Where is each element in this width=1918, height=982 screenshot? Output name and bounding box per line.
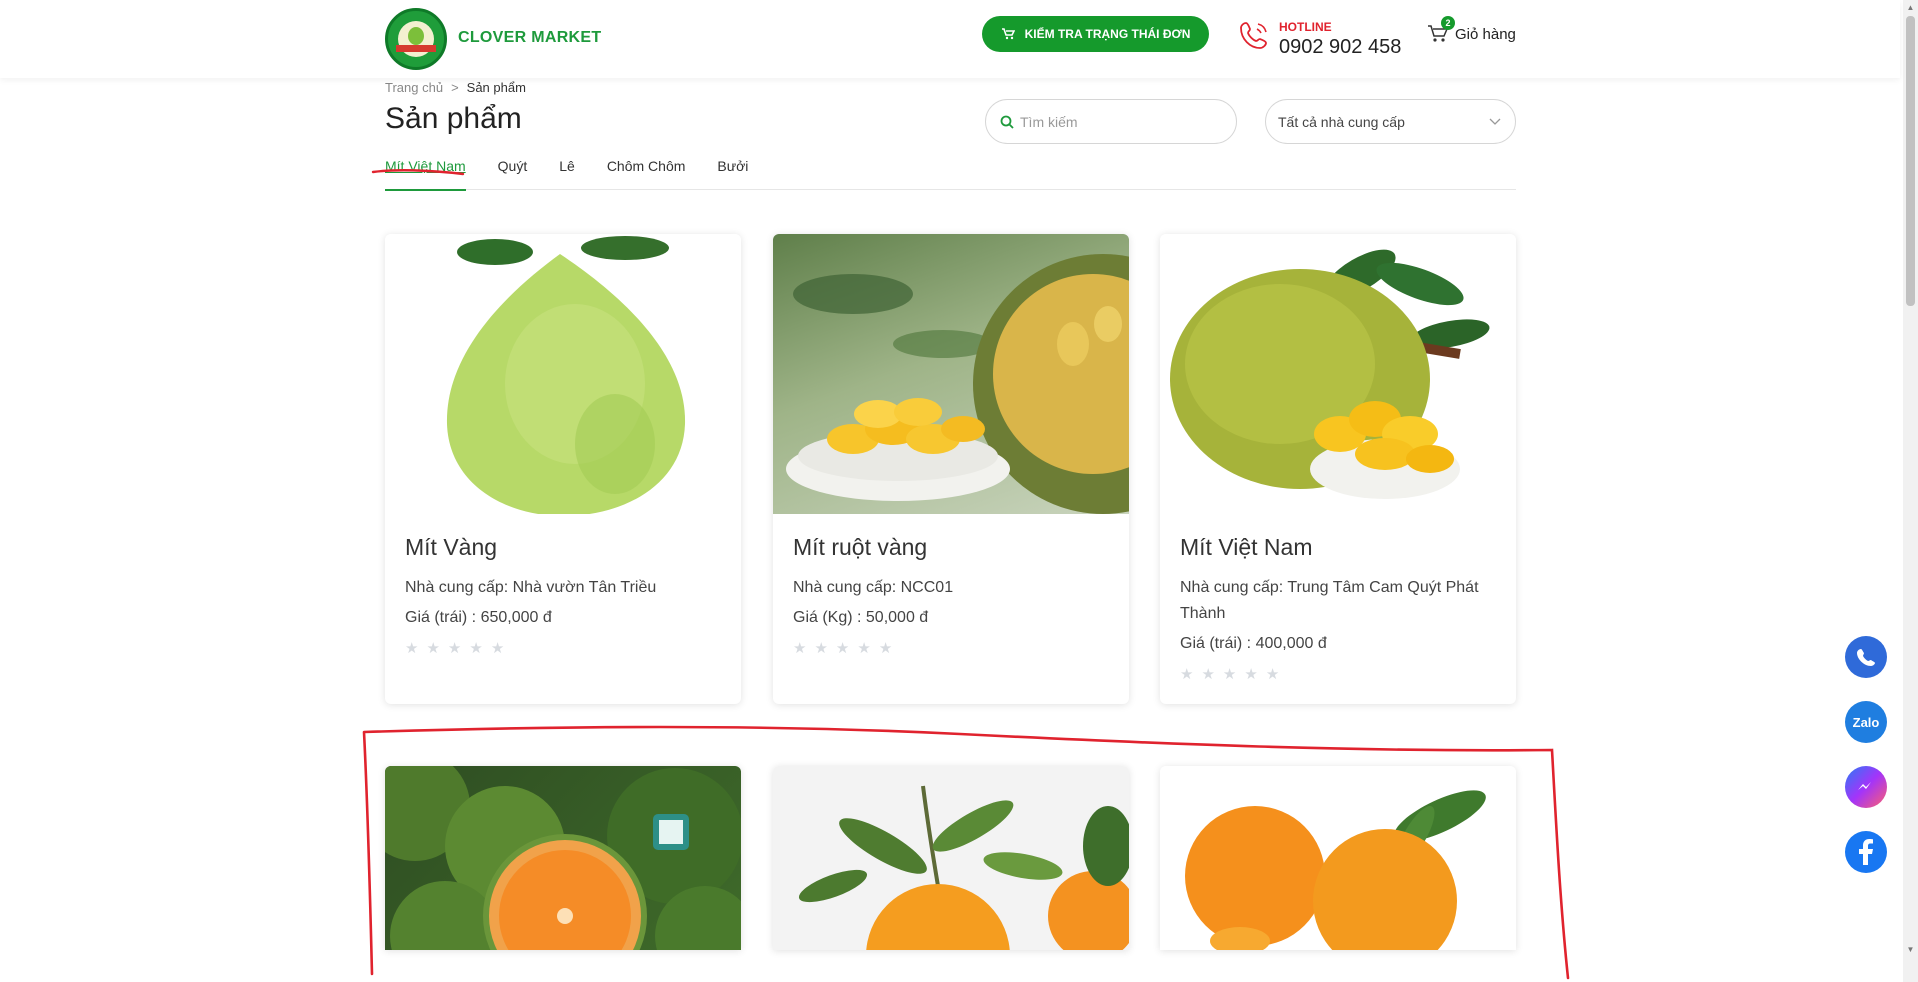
search-box[interactable] — [985, 99, 1237, 144]
product-name[interactable]: Mít ruột vàng — [793, 534, 1109, 561]
scroll-down-arrow-icon[interactable]: ▼ — [1906, 945, 1915, 954]
call-floating-button[interactable] — [1845, 636, 1887, 678]
product-price: Giá (trái) : 650,000 đ — [405, 609, 552, 626]
hotline-label: HOTLINE — [1279, 20, 1332, 34]
star-icon[interactable]: ★ — [1244, 665, 1257, 683]
page-scrollbar[interactable]: ▲ ▼ — [1903, 0, 1918, 982]
tab-buoi[interactable]: Bưởi — [717, 152, 748, 190]
star-icon[interactable]: ★ — [879, 639, 892, 657]
product-name[interactable]: Mít Vàng — [405, 534, 721, 561]
zalo-floating-button[interactable]: Zalo — [1845, 701, 1887, 743]
hotline-phone-icon — [1240, 22, 1267, 49]
check-order-status-label: KIỂM TRA TRẠNG THÁI ĐƠN — [1024, 27, 1191, 41]
messenger-icon — [1858, 782, 1871, 790]
search-icon — [1000, 115, 1014, 129]
tab-quyt[interactable]: Quýt — [498, 152, 528, 190]
product-card[interactable]: Mít Việt Nam Nhà cung cấp: Trung Tâm Cam… — [1160, 234, 1516, 704]
star-icon[interactable]: ★ — [405, 639, 418, 657]
breadcrumb-current: Sản phẩm — [466, 80, 526, 95]
star-icon[interactable]: ★ — [1223, 665, 1236, 683]
cart-link[interactable]: 2 Giỏ hàng — [1427, 16, 1516, 44]
star-icon[interactable]: ★ — [857, 639, 870, 657]
product-name[interactable]: Mít Việt Nam — [1180, 534, 1496, 561]
site-header: CLOVER MARKET KIỂM TRA TRẠNG THÁI ĐƠN HO… — [0, 0, 1900, 78]
facebook-floating-button[interactable] — [1845, 831, 1887, 873]
star-icon[interactable]: ★ — [1266, 665, 1279, 683]
rating-stars[interactable]: ★ ★ ★ ★ ★ — [1180, 665, 1496, 683]
category-tabs: Mít Việt Nam Quýt Lê Chôm Chôm Bưởi — [385, 152, 1516, 191]
product-price: Giá (Kg) : 50,000 đ — [793, 609, 929, 626]
product-image[interactable] — [1160, 766, 1516, 950]
star-icon[interactable]: ★ — [793, 639, 806, 657]
hotline-number[interactable]: 0902 902 458 — [1279, 36, 1401, 59]
product-image[interactable] — [773, 766, 1129, 950]
cart-count-badge: 2 — [1441, 16, 1455, 30]
scrollbar-thumb[interactable] — [1906, 16, 1915, 306]
star-icon[interactable]: ★ — [448, 639, 461, 657]
clover-market-logo[interactable] — [385, 8, 447, 70]
product-image[interactable] — [385, 766, 741, 950]
phone-icon — [1857, 649, 1875, 666]
product-supplier: Nhà cung cấp: Trung Tâm Cam Quýt Phát Th… — [1180, 579, 1479, 622]
breadcrumb-home[interactable]: Trang chủ — [385, 80, 443, 95]
product-card[interactable] — [385, 766, 741, 950]
product-card[interactable]: Mít ruột vàng Nhà cung cấp: NCC01 Giá (K… — [773, 234, 1129, 704]
cart-icon: 2 — [1427, 16, 1455, 44]
product-card[interactable] — [1160, 766, 1516, 950]
annotation-red-underline — [371, 169, 465, 176]
supplier-filter-value: Tất cả nhà cung cấp — [1278, 113, 1405, 130]
star-icon[interactable]: ★ — [1180, 665, 1193, 683]
supplier-filter-select[interactable]: Tất cả nhà cung cấp — [1265, 99, 1516, 144]
search-input[interactable] — [1020, 113, 1210, 130]
zalo-label: Zalo — [1852, 714, 1880, 730]
cart-label: Giỏ hàng — [1455, 25, 1516, 43]
cart-arrow-icon — [1001, 28, 1015, 40]
messenger-floating-button[interactable] — [1845, 766, 1887, 808]
star-icon[interactable]: ★ — [1201, 665, 1214, 683]
product-supplier: Nhà cung cấp: NCC01 — [793, 579, 954, 596]
scroll-up-arrow-icon[interactable]: ▲ — [1906, 3, 1915, 12]
star-icon[interactable]: ★ — [814, 639, 827, 657]
page-title: Sản phẩm — [385, 102, 522, 135]
breadcrumb: Trang chủ > Sản phẩm — [385, 80, 526, 95]
breadcrumb-separator: > — [451, 80, 459, 95]
product-card[interactable]: Mít Vàng Nhà cung cấp: Nhà vườn Tân Triề… — [385, 234, 741, 704]
rating-stars[interactable]: ★ ★ ★ ★ ★ — [793, 639, 1109, 657]
product-card[interactable] — [773, 766, 1129, 950]
star-icon[interactable]: ★ — [491, 639, 504, 657]
rating-stars[interactable]: ★ ★ ★ ★ ★ — [405, 639, 721, 657]
tab-le[interactable]: Lê — [559, 152, 575, 190]
brand-name[interactable]: CLOVER MARKET — [458, 29, 601, 47]
tab-chom-chom[interactable]: Chôm Chôm — [607, 152, 686, 190]
product-image[interactable] — [773, 234, 1129, 514]
star-icon[interactable]: ★ — [469, 639, 482, 657]
check-order-status-button[interactable]: KIỂM TRA TRẠNG THÁI ĐƠN — [982, 16, 1209, 52]
star-icon[interactable]: ★ — [836, 639, 849, 657]
product-image[interactable] — [1160, 234, 1516, 514]
star-icon[interactable]: ★ — [426, 639, 439, 657]
product-price: Giá (trái) : 400,000 đ — [1180, 635, 1327, 652]
product-supplier: Nhà cung cấp: Nhà vườn Tân Triều — [405, 579, 657, 596]
product-image[interactable] — [385, 234, 741, 514]
chevron-down-icon — [1489, 118, 1501, 125]
facebook-icon — [1859, 839, 1873, 865]
